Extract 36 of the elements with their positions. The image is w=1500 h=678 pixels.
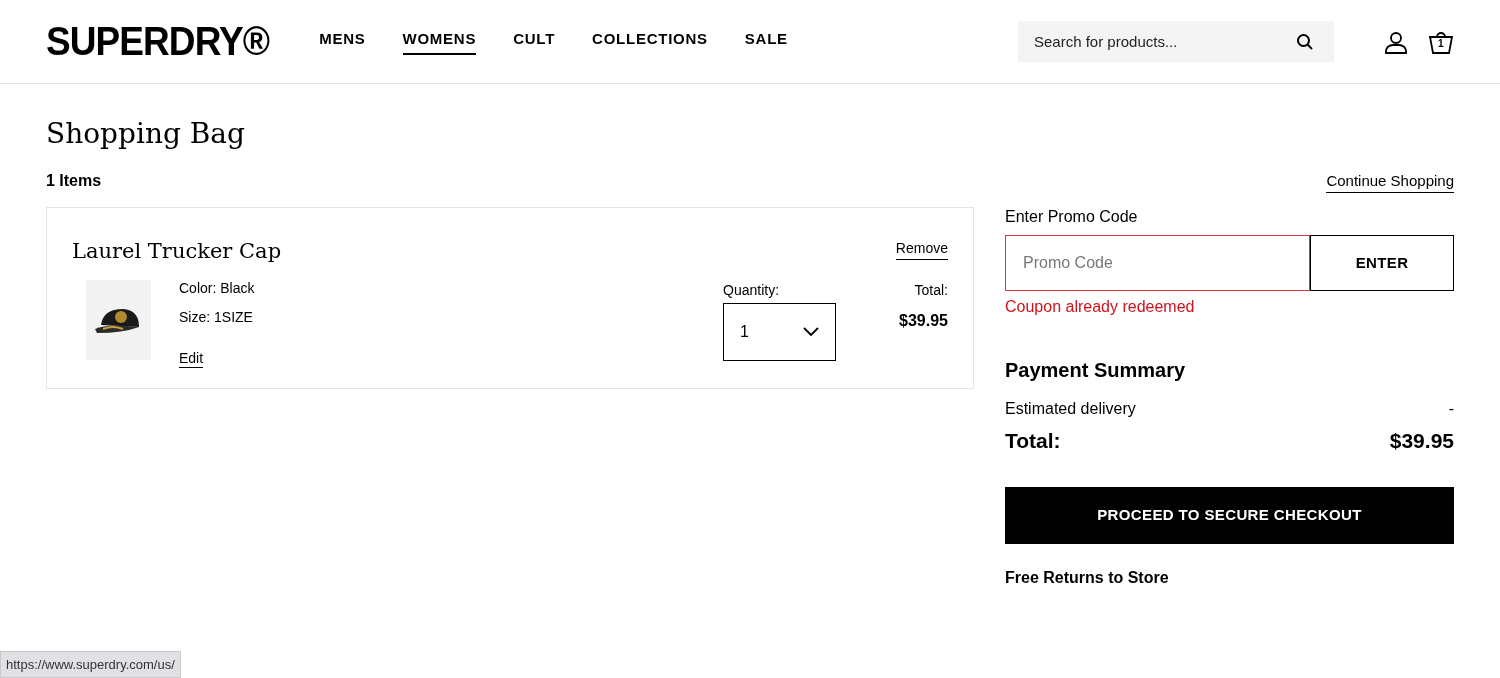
product-name: Laurel Trucker Cap [72,238,282,265]
quantity-select[interactable]: 1 [723,302,837,361]
payment-summary-title: Payment Summary [1005,358,1187,383]
quantity-label: Quantity: [723,280,781,300]
promo-label: Enter Promo Code [1005,207,1139,227]
summary-value: $39.95 [1389,428,1454,454]
search-icon[interactable] [1296,33,1314,51]
bag-count: 1 [1438,38,1444,49]
summary-label: Total: [1005,428,1061,454]
status-bar-url: https://www.superdry.com/us/ [0,651,181,678]
item-count: 1 Items [46,171,102,191]
product-size: Size: 1SIZE [179,307,254,327]
product-color: Color: Black [179,278,255,298]
remove-link[interactable]: Remove [895,238,948,260]
nav-link[interactable]: COLLECTIONS [592,27,708,56]
continue-shopping-link[interactable]: Continue Shopping [1326,169,1454,193]
search-field[interactable]: Search for products... [1018,21,1334,62]
user-icon[interactable] [1384,29,1408,54]
nav-link[interactable]: CULT [513,27,556,56]
logo-link[interactable]: SUPERDRY® [46,21,270,62]
item-total: $39.95 [899,310,948,331]
page-title: Shopping Bag [46,116,246,151]
promo-code-field[interactable]: Promo Code [1005,235,1310,291]
nav-link[interactable]: WOMENS [402,27,477,56]
summary-value: - [1448,399,1454,419]
checkout-button[interactable]: PROCEED TO SECURE CHECKOUT [1005,486,1454,544]
nav-link[interactable]: MENS [319,27,366,56]
free-returns-text: Free Returns to Store [1005,567,1170,588]
summary-label: Estimated delivery [1005,399,1136,419]
nav-link[interactable]: SALE [744,27,788,56]
enter-button[interactable]: ENTER [1310,235,1454,291]
edit-link[interactable]: Edit [179,349,204,368]
promo-error-message: Coupon already redeemed [1005,297,1196,317]
chevron-down-icon [803,326,820,337]
total-label: Total: [914,280,948,300]
bag-button[interactable]: 1 [1428,28,1454,55]
